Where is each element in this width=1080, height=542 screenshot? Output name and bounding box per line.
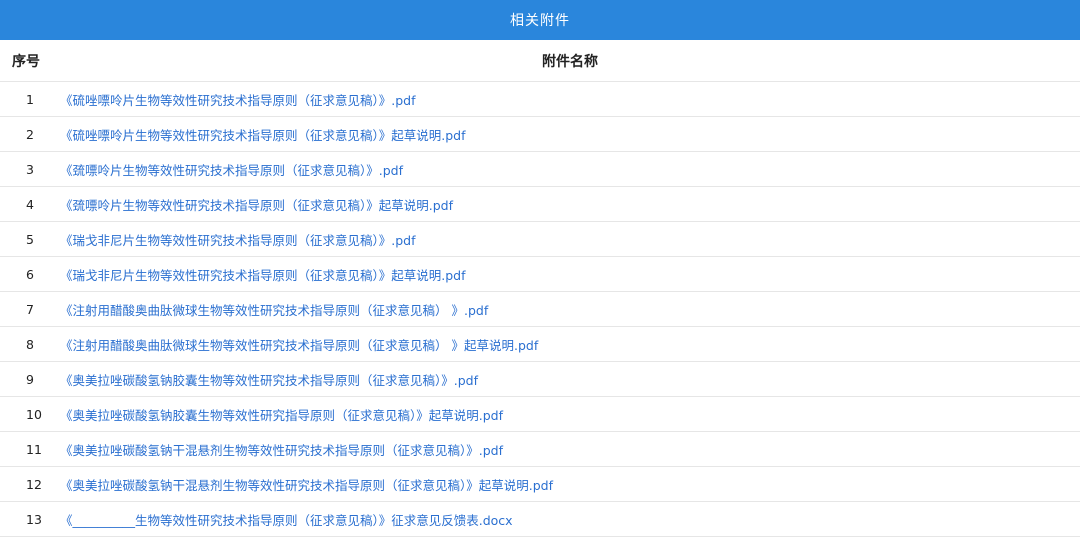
table-row: 11 《奥美拉唑碳酸氢钠干混悬剂生物等效性研究技术指导原则（征求意见稿）》.pdf	[0, 431, 1080, 467]
row-attachment-cell: 《巯嘌呤片生物等效性研究技术指导原则（征求意见稿）》起草说明.pdf	[60, 186, 1080, 222]
attachment-link[interactable]: 《奥美拉唑碳酸氢钠胶囊生物等效性研究指导原则（征求意见稿）》起草说明.pdf	[60, 408, 503, 423]
table-row: 13 《__________生物等效性研究技术指导原则（征求意见稿）》征求意见反馈…	[0, 501, 1080, 537]
row-attachment-cell: 《奥美拉唑碳酸氢钠胶囊生物等效性研究指导原则（征求意见稿）》起草说明.pdf	[60, 396, 1080, 432]
row-attachment-cell: 《奥美拉唑碳酸氢钠干混悬剂生物等效性研究技术指导原则（征求意见稿）》起草说明.p…	[60, 466, 1080, 502]
row-index: 3	[0, 151, 60, 187]
row-attachment-cell: 《__________生物等效性研究技术指导原则（征求意见稿）》征求意见反馈表.…	[60, 501, 1080, 537]
table-row: 6 《瑞戈非尼片生物等效性研究技术指导原则（征求意见稿）》起草说明.pdf	[0, 256, 1080, 292]
row-attachment-cell: 《奥美拉唑碳酸氢钠干混悬剂生物等效性研究技术指导原则（征求意见稿）》.pdf	[60, 431, 1080, 467]
row-index: 8	[0, 326, 60, 362]
attachment-link[interactable]: 《硫唑嘌呤片生物等效性研究技术指导原则（征求意见稿）》.pdf	[60, 93, 416, 108]
row-attachment-cell: 《瑞戈非尼片生物等效性研究技术指导原则（征求意见稿）》.pdf	[60, 221, 1080, 257]
table-row: 2 《硫唑嘌呤片生物等效性研究技术指导原则（征求意见稿）》起草说明.pdf	[0, 116, 1080, 152]
row-index: 4	[0, 186, 60, 222]
row-index: 7	[0, 291, 60, 327]
row-attachment-cell: 《注射用醋酸奥曲肽微球生物等效性研究技术指导原则（征求意见稿） 》.pdf	[60, 291, 1080, 327]
table-row: 9 《奥美拉唑碳酸氢钠胶囊生物等效性研究技术指导原则（征求意见稿）》.pdf	[0, 361, 1080, 397]
row-index: 10	[0, 396, 60, 432]
table-row: 3 《巯嘌呤片生物等效性研究技术指导原则（征求意见稿）》.pdf	[0, 151, 1080, 187]
table-row: 7 《注射用醋酸奥曲肽微球生物等效性研究技术指导原则（征求意见稿） 》.pdf	[0, 291, 1080, 327]
attachment-link[interactable]: 《注射用醋酸奥曲肽微球生物等效性研究技术指导原则（征求意见稿） 》起草说明.pd…	[60, 338, 538, 353]
header-attachment-name: 附件名称	[60, 40, 1080, 82]
row-attachment-cell: 《奥美拉唑碳酸氢钠胶囊生物等效性研究技术指导原则（征求意见稿）》.pdf	[60, 361, 1080, 397]
attachment-link[interactable]: 《奥美拉唑碳酸氢钠胶囊生物等效性研究技术指导原则（征求意见稿）》.pdf	[60, 373, 478, 388]
attachment-link[interactable]: 《巯嘌呤片生物等效性研究技术指导原则（征求意见稿）》.pdf	[60, 163, 403, 178]
row-attachment-cell: 《硫唑嘌呤片生物等效性研究技术指导原则（征求意见稿）》.pdf	[60, 81, 1080, 117]
row-attachment-cell: 《瑞戈非尼片生物等效性研究技术指导原则（征求意见稿）》起草说明.pdf	[60, 256, 1080, 292]
attachment-link[interactable]: 《__________生物等效性研究技术指导原则（征求意见稿）》征求意见反馈表.…	[60, 513, 513, 528]
table-header-row: 序号 附件名称	[0, 40, 1080, 82]
attachment-link[interactable]: 《注射用醋酸奥曲肽微球生物等效性研究技术指导原则（征求意见稿） 》.pdf	[60, 303, 488, 318]
attachments-panel: 相关附件 序号 附件名称 1 《硫唑嘌呤片生物等效性研究技术指导原则（征求意见稿）…	[0, 0, 1080, 542]
attachment-link[interactable]: 《硫唑嘌呤片生物等效性研究技术指导原则（征求意见稿）》起草说明.pdf	[60, 128, 466, 143]
attachments-banner: 相关附件	[0, 0, 1080, 40]
attachment-link[interactable]: 《瑞戈非尼片生物等效性研究技术指导原则（征求意见稿）》.pdf	[60, 233, 416, 248]
row-attachment-cell: 《注射用醋酸奥曲肽微球生物等效性研究技术指导原则（征求意见稿） 》起草说明.pd…	[60, 326, 1080, 362]
attachment-link[interactable]: 《奥美拉唑碳酸氢钠干混悬剂生物等效性研究技术指导原则（征求意见稿）》起草说明.p…	[60, 478, 553, 493]
row-index: 6	[0, 256, 60, 292]
row-index: 5	[0, 221, 60, 257]
header-index: 序号	[0, 40, 60, 82]
table-row: 12 《奥美拉唑碳酸氢钠干混悬剂生物等效性研究技术指导原则（征求意见稿）》起草说明…	[0, 466, 1080, 502]
attachments-table: 序号 附件名称 1 《硫唑嘌呤片生物等效性研究技术指导原则（征求意见稿）》.pdf…	[0, 40, 1080, 537]
row-index: 12	[0, 466, 60, 502]
row-attachment-cell: 《硫唑嘌呤片生物等效性研究技术指导原则（征求意见稿）》起草说明.pdf	[60, 116, 1080, 152]
table-row: 1 《硫唑嘌呤片生物等效性研究技术指导原则（征求意见稿）》.pdf	[0, 81, 1080, 117]
row-index: 2	[0, 116, 60, 152]
row-index: 13	[0, 501, 60, 537]
row-index: 9	[0, 361, 60, 397]
row-attachment-cell: 《巯嘌呤片生物等效性研究技术指导原则（征求意见稿）》.pdf	[60, 151, 1080, 187]
table-row: 10 《奥美拉唑碳酸氢钠胶囊生物等效性研究指导原则（征求意见稿）》起草说明.pdf	[0, 396, 1080, 432]
table-row: 8 《注射用醋酸奥曲肽微球生物等效性研究技术指导原则（征求意见稿） 》起草说明.p…	[0, 326, 1080, 362]
banner-title: 相关附件	[510, 13, 570, 29]
table-row: 5 《瑞戈非尼片生物等效性研究技术指导原则（征求意见稿）》.pdf	[0, 221, 1080, 257]
row-index: 1	[0, 81, 60, 117]
attachment-link[interactable]: 《瑞戈非尼片生物等效性研究技术指导原则（征求意见稿）》起草说明.pdf	[60, 268, 466, 283]
table-row: 4 《巯嘌呤片生物等效性研究技术指导原则（征求意见稿）》起草说明.pdf	[0, 186, 1080, 222]
attachment-link[interactable]: 《奥美拉唑碳酸氢钠干混悬剂生物等效性研究技术指导原则（征求意见稿）》.pdf	[60, 443, 503, 458]
attachment-link[interactable]: 《巯嘌呤片生物等效性研究技术指导原则（征求意见稿）》起草说明.pdf	[60, 198, 453, 213]
row-index: 11	[0, 431, 60, 467]
